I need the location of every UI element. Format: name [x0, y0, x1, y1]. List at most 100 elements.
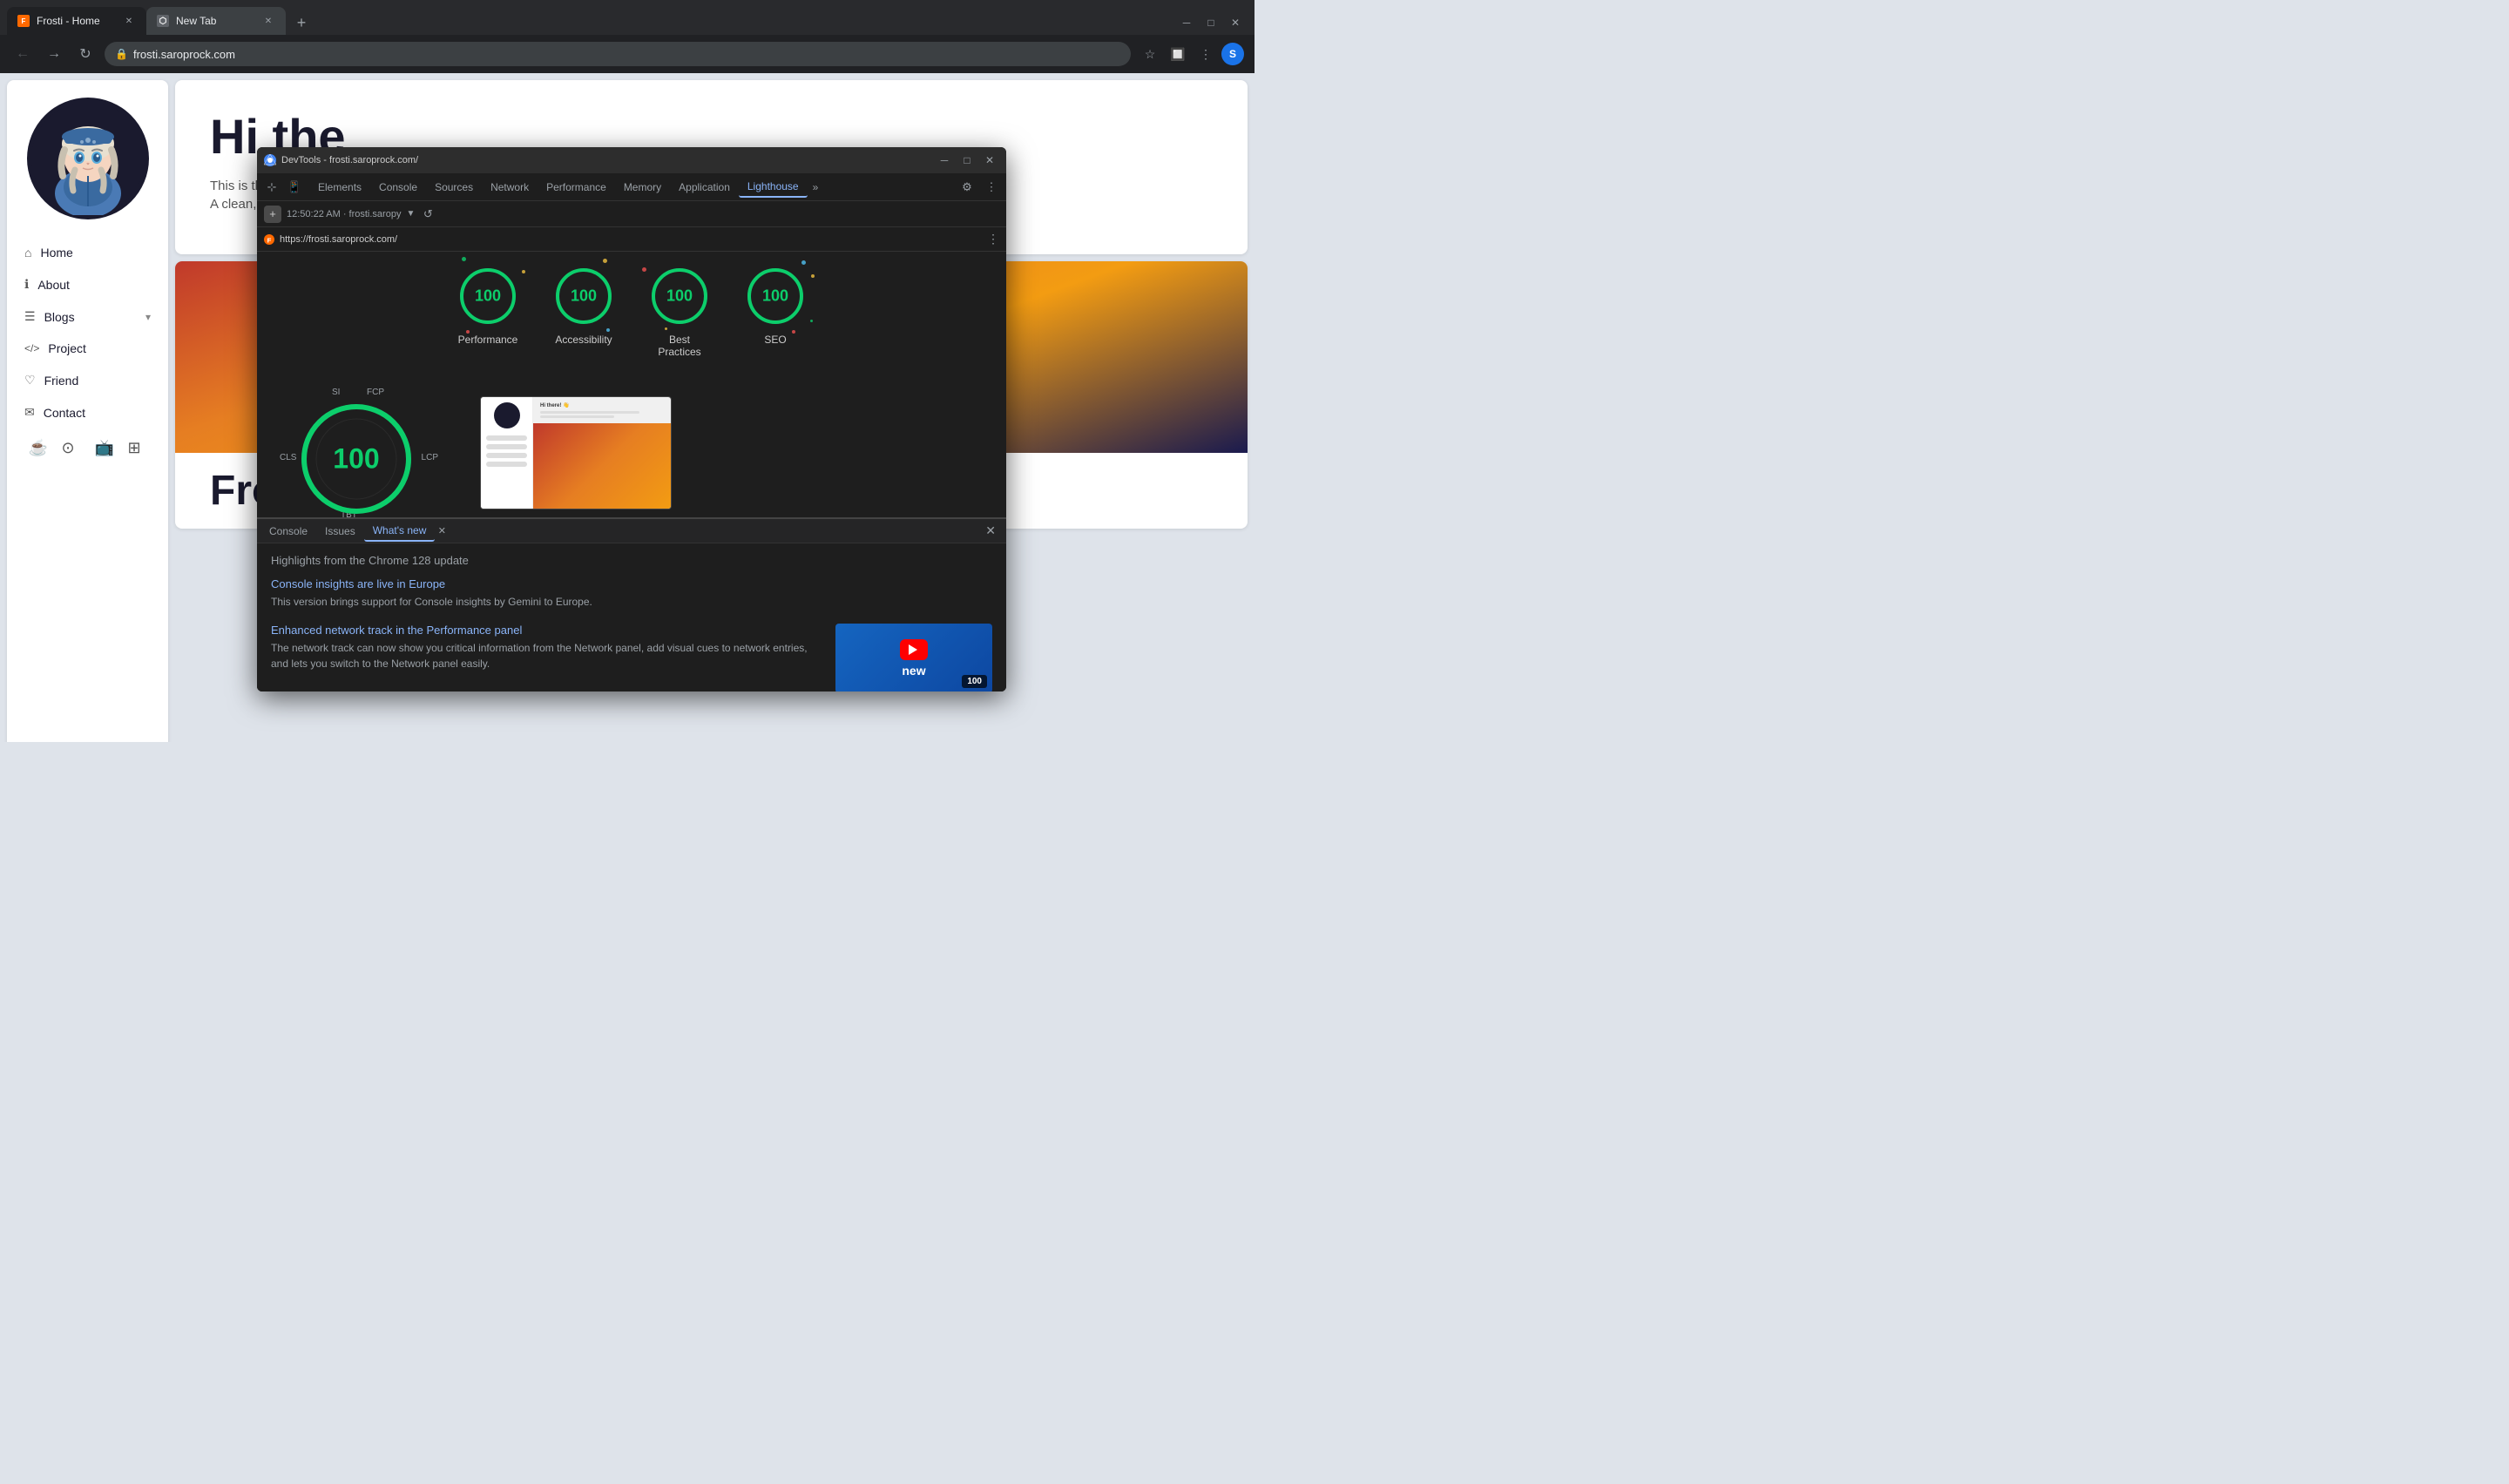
- timestamp-chevron: ▼: [406, 209, 415, 219]
- performance-gauge-container: SI FCP CLS LCP TBT: [271, 379, 445, 517]
- seo-score: 100: [762, 287, 788, 306]
- website-preview-thumbnail: Hi there! 👋: [480, 396, 672, 509]
- page-content: ⌂ Home ℹ About ☰ Blogs ▾ </> Project ♡: [0, 73, 1254, 742]
- bottom-panel-tabs: Console Issues What's new ✕ ✕: [257, 519, 1006, 543]
- tab-close-frosti[interactable]: ✕: [122, 14, 136, 28]
- tab-memory[interactable]: Memory: [615, 178, 670, 197]
- devtools-minimize[interactable]: ─: [935, 151, 954, 170]
- sidebar-item-home[interactable]: ⌂ Home: [14, 237, 161, 268]
- preview-image-area: [533, 423, 671, 509]
- performance-detail: SI FCP CLS LCP TBT: [271, 379, 992, 517]
- tab-elements[interactable]: Elements: [309, 178, 370, 197]
- highlights-title: Highlights from the Chrome 128 update: [271, 554, 992, 567]
- devtools-titlebar: DevTools - frosti.saroprock.com/ ─ □ ✕: [257, 147, 1006, 173]
- news-link-1[interactable]: Console insights are live in Europe: [271, 577, 992, 590]
- address-bar[interactable]: 🔒 frosti.saroprock.com: [105, 42, 1131, 66]
- preview-nav-4: [486, 462, 527, 467]
- tab-more[interactable]: »: [808, 178, 824, 197]
- rss-icon[interactable]: ⊞: [128, 439, 147, 458]
- bottom-tab-issues[interactable]: Issues: [316, 522, 364, 541]
- tab-console[interactable]: Console: [370, 178, 426, 197]
- contact-label: Contact: [44, 406, 85, 420]
- cls-label: CLS: [280, 453, 296, 462]
- bottom-tab-whatsnew[interactable]: What's new: [364, 521, 436, 542]
- bottom-tab-console[interactable]: Console: [260, 522, 316, 541]
- sidebar-item-contact[interactable]: ✉ Contact: [14, 396, 161, 428]
- browser-window: F Frosti - Home ✕ ⬡ New Tab ✕ + ─ □ ✕ ← …: [0, 0, 1254, 742]
- preview-avatar: [494, 402, 520, 428]
- menu-button[interactable]: ⋮: [1194, 42, 1218, 66]
- preview-hero-text: Hi there! 👋: [540, 402, 664, 408]
- tab-network[interactable]: Network: [482, 178, 538, 197]
- friend-label: Friend: [44, 374, 79, 388]
- friend-icon: ♡: [24, 373, 36, 388]
- devtools-tab-actions: ⚙ ⋮: [956, 176, 1003, 199]
- preview-area: Hi there! 👋: [480, 396, 672, 509]
- lighthouse-timestamp: 12:50:22 AM · frosti.saropy: [287, 209, 401, 219]
- devtools-close[interactable]: ✕: [980, 151, 999, 170]
- tab-frosti[interactable]: F Frosti - Home ✕: [7, 7, 146, 35]
- news-item-2: Enhanced network track in the Performanc…: [271, 624, 992, 691]
- lcp-label: LCP: [422, 453, 438, 462]
- whatsnew-close[interactable]: ✕: [435, 524, 449, 538]
- tab-lighthouse[interactable]: Lighthouse: [739, 177, 808, 198]
- reload-button[interactable]: ↻: [73, 42, 98, 66]
- home-icon: ⌂: [24, 246, 31, 260]
- lighthouse-results: 100 Performance: [257, 252, 1006, 691]
- profile-button[interactable]: S: [1221, 43, 1244, 65]
- perf-gauge-number: 100: [333, 443, 379, 476]
- settings-icon[interactable]: ⚙: [956, 176, 978, 199]
- coffee-icon[interactable]: ☕: [29, 439, 48, 458]
- news-item-2-text: Enhanced network track in the Performanc…: [271, 624, 825, 671]
- preview-main: Hi there! 👋: [533, 397, 671, 509]
- best-practices-circle: 100: [649, 266, 710, 327]
- lighthouse-refresh[interactable]: ↺: [420, 206, 436, 222]
- score-seo: 100 SEO: [745, 266, 806, 358]
- avatar-image: [31, 102, 145, 215]
- address-text: frosti.saroprock.com: [133, 48, 1120, 61]
- avatar-container: [27, 98, 149, 219]
- more-options-icon[interactable]: ⋮: [980, 176, 1003, 199]
- tab-application[interactable]: Application: [670, 178, 739, 197]
- lock-icon: 🔒: [115, 48, 128, 60]
- sidebar-item-friend[interactable]: ♡ Friend: [14, 364, 161, 396]
- window-controls: ─ □ ✕: [1174, 14, 1248, 35]
- newtab-favicon: ⬡: [157, 15, 169, 27]
- forward-button[interactable]: →: [42, 42, 66, 66]
- preview-nav-3: [486, 453, 527, 458]
- svg-text:F: F: [267, 236, 272, 244]
- best-practices-label: BestPractices: [658, 334, 700, 358]
- tab-sources[interactable]: Sources: [426, 178, 482, 197]
- bottom-panel-close[interactable]: ✕: [978, 520, 1003, 542]
- devtools-maximize[interactable]: □: [957, 151, 977, 170]
- accessibility-score: 100: [571, 287, 597, 306]
- sidebar-item-about[interactable]: ℹ About: [14, 268, 161, 300]
- extensions-button[interactable]: 🔲: [1166, 42, 1190, 66]
- lighthouse-add-button[interactable]: +: [264, 206, 281, 223]
- score-performance: 100 Performance: [457, 266, 518, 358]
- tab-frosti-label: Frosti - Home: [37, 15, 115, 27]
- sidebar-item-blogs[interactable]: ☰ Blogs ▾: [14, 300, 161, 333]
- performance-circle: 100: [457, 266, 518, 327]
- tab-close-newtab[interactable]: ✕: [261, 14, 275, 28]
- lighthouse-scroll-area[interactable]: 100 Performance: [257, 252, 1006, 517]
- close-button[interactable]: ✕: [1223, 14, 1248, 31]
- news-link-2[interactable]: Enhanced network track in the Performanc…: [271, 624, 825, 637]
- new-badge-text: new: [902, 664, 925, 678]
- page-more-options[interactable]: ⋮: [987, 232, 999, 246]
- sidebar-item-project[interactable]: </> Project: [14, 333, 161, 364]
- new-tab-button[interactable]: +: [289, 10, 314, 35]
- maximize-button[interactable]: □: [1199, 14, 1223, 31]
- blogs-icon: ☰: [24, 309, 36, 324]
- minimize-button[interactable]: ─: [1174, 14, 1199, 31]
- tab-newtab[interactable]: ⬡ New Tab ✕: [146, 7, 286, 35]
- inspect-element-icon[interactable]: ⊹: [260, 176, 283, 199]
- preview-content: Hi there! 👋: [481, 397, 671, 509]
- device-toolbar-icon[interactable]: 📱: [283, 176, 306, 199]
- bookmark-button[interactable]: ☆: [1138, 42, 1162, 66]
- back-button[interactable]: ←: [10, 42, 35, 66]
- github-icon[interactable]: ⊙: [62, 439, 81, 458]
- bilibili-icon[interactable]: 📺: [95, 439, 114, 458]
- news-desc-2: The network track can now show you criti…: [271, 640, 825, 671]
- tab-performance[interactable]: Performance: [538, 178, 615, 197]
